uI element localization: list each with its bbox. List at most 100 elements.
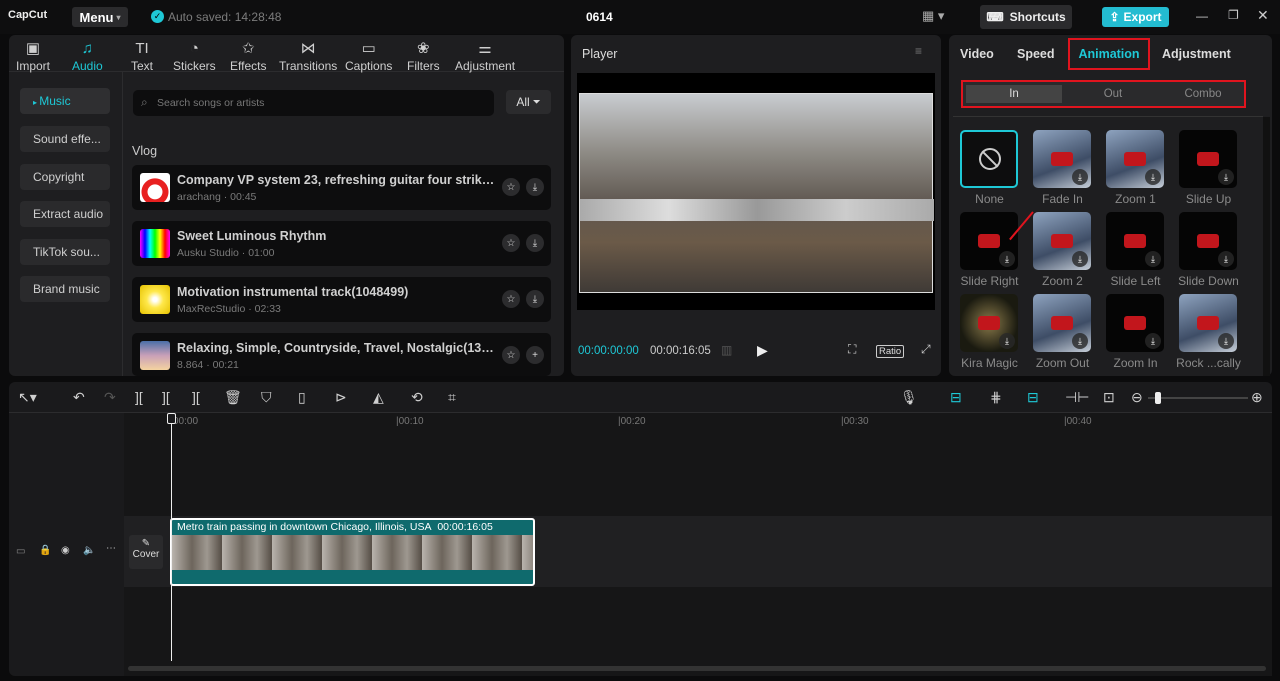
tab-filters[interactable]: ❀ Filters	[407, 39, 440, 73]
download-icon[interactable]: ⤓	[526, 234, 544, 252]
minimize-icon[interactable]: —	[1196, 9, 1208, 23]
tab-adjustment[interactable]: ⚌ Adjustment	[455, 39, 515, 73]
favorite-icon[interactable]: ☆	[502, 346, 520, 364]
animation-option[interactable]: ⤓	[1106, 212, 1164, 270]
favorite-icon[interactable]: ☆	[502, 234, 520, 252]
zoom-slider[interactable]	[1148, 392, 1248, 404]
download-icon[interactable]: ⤓	[526, 178, 544, 196]
marker-icon[interactable]: ⛉	[261, 389, 272, 406]
redo-icon[interactable]: ↷	[104, 389, 116, 406]
video-frame[interactable]	[579, 93, 934, 293]
subtab-combo[interactable]: Combo	[1163, 85, 1243, 103]
tab-speed[interactable]: Speed	[1017, 47, 1055, 61]
download-icon[interactable]: ⤓	[1145, 169, 1161, 185]
animation-option[interactable]	[960, 130, 1018, 188]
more-menu-icon[interactable]: ≡	[915, 44, 922, 58]
split-icon[interactable]: ][	[135, 389, 143, 405]
list-item[interactable]: Company VP system 23, refreshing guitar …	[132, 165, 551, 210]
fullscreen-icon[interactable]: ⤢	[921, 342, 931, 357]
tab-import[interactable]: ▣ Import	[16, 39, 50, 73]
mirror-icon[interactable]: ◭	[373, 389, 384, 406]
fit-icon[interactable]: ⛶	[848, 342, 856, 357]
split-right-icon[interactable]: ][	[192, 389, 200, 405]
video-clip[interactable]: Metro train passing in downtown Chicago,…	[170, 518, 535, 586]
playhead-handle[interactable]	[167, 413, 176, 424]
tab-captions[interactable]: ▭ Captions	[345, 39, 392, 73]
horizontal-scrollbar[interactable]	[128, 666, 1266, 671]
shortcuts-button[interactable]: ⌨ Shortcuts	[980, 5, 1072, 29]
zoom-slider-handle[interactable]	[1155, 392, 1161, 404]
tab-text[interactable]: TI Text	[131, 39, 153, 73]
delete-icon[interactable]: 🗑	[224, 389, 242, 406]
freeze-icon[interactable]: ▯	[298, 389, 306, 406]
screen-icon[interactable]: ⊡	[1103, 389, 1115, 406]
sidebar-item-sound-effects[interactable]: Sound effe...	[20, 126, 110, 152]
favorite-icon[interactable]: ☆	[502, 178, 520, 196]
split-left-icon[interactable]: ][	[162, 389, 170, 405]
list-item[interactable]: Relaxing, Simple, Countryside, Travel, N…	[132, 333, 551, 376]
list-item[interactable]: Sweet Luminous Rhythm Ausku Studio · 01:…	[132, 221, 551, 266]
download-icon[interactable]: ⤓	[1072, 333, 1088, 349]
download-icon[interactable]: ⤓	[999, 333, 1015, 349]
lock-icon[interactable]: 🔒	[39, 545, 51, 556]
tab-audio[interactable]: ♫ Audio	[72, 39, 103, 73]
scrollbar[interactable]	[1263, 117, 1270, 376]
sidebar-item-brand-music[interactable]: Brand music	[20, 276, 110, 302]
split-view-icon[interactable]: ⊣⊢	[1065, 389, 1089, 406]
snap-icon[interactable]: ⋕	[990, 389, 1002, 406]
select-tool-icon[interactable]: ↖▾	[18, 389, 37, 406]
animation-option[interactable]: ⤓	[1033, 212, 1091, 270]
download-icon[interactable]: ⤓	[526, 290, 544, 308]
playhead[interactable]	[171, 414, 172, 661]
favorite-icon[interactable]: ☆	[502, 290, 520, 308]
list-item[interactable]: Motivation instrumental track(1048499) M…	[132, 277, 551, 322]
close-icon[interactable]: ✕	[1257, 7, 1269, 24]
microphone-icon[interactable]: 🎙	[900, 389, 918, 406]
preview-axis-icon[interactable]: ⊟	[1027, 389, 1039, 406]
crop-icon[interactable]: ⌗	[448, 389, 456, 406]
layout-icon[interactable]: ▦ ▾	[922, 8, 944, 24]
play-icon[interactable]: ▶	[757, 342, 768, 359]
subtab-in[interactable]: In	[966, 85, 1062, 103]
animation-option[interactable]: ⤓	[1179, 130, 1237, 188]
tab-animation[interactable]: Animation	[1068, 38, 1150, 70]
frames-icon[interactable]: ▥	[721, 343, 732, 357]
menu-button[interactable]: Menu ▾	[72, 7, 128, 27]
sidebar-item-tiktok-sounds[interactable]: TikTok sou...	[20, 239, 110, 265]
tab-stickers[interactable]: ◔ Stickers	[173, 39, 216, 73]
search-input[interactable]: ⌕ Search songs or artists	[133, 90, 494, 116]
eye-icon[interactable]: ◉	[61, 545, 70, 556]
subtab-out[interactable]: Out	[1065, 85, 1161, 103]
download-icon[interactable]: ⤓	[1145, 333, 1161, 349]
animation-option[interactable]: ⤓	[1106, 130, 1164, 188]
export-button[interactable]: ⇪ Export	[1102, 7, 1169, 27]
download-icon[interactable]: ⤓	[1218, 169, 1234, 185]
tab-adjustment-right[interactable]: Adjustment	[1162, 47, 1231, 61]
add-icon[interactable]: +	[526, 346, 544, 364]
undo-icon[interactable]: ↶	[73, 389, 85, 406]
cover-button[interactable]: ✎ Cover	[129, 535, 163, 569]
animation-option[interactable]: ⤓	[1033, 130, 1091, 188]
zoom-out-icon[interactable]: ⊖	[1131, 389, 1143, 406]
animation-option[interactable]: ⤓	[1033, 294, 1091, 352]
volume-icon[interactable]: 🔈	[83, 545, 95, 556]
sidebar-item-music[interactable]: ▸ Music	[20, 88, 110, 114]
animation-option[interactable]: ⤓	[1179, 294, 1237, 352]
link-icon[interactable]: ⊟	[950, 389, 962, 406]
download-icon[interactable]: ⤓	[1218, 251, 1234, 267]
animation-option[interactable]: ⤓	[1106, 294, 1164, 352]
reverse-icon[interactable]: ⊳	[335, 389, 347, 406]
tab-video[interactable]: Video	[960, 47, 994, 61]
maximize-icon[interactable]: ❐	[1228, 8, 1239, 22]
zoom-in-icon[interactable]: ⊕	[1251, 389, 1263, 406]
animation-option[interactable]: ⤓	[1179, 212, 1237, 270]
download-icon[interactable]: ⤓	[1072, 169, 1088, 185]
more-icon[interactable]: ⋯	[106, 543, 116, 554]
sidebar-item-copyright[interactable]: Copyright	[20, 164, 110, 190]
tab-transitions[interactable]: ⋈ Transitions	[279, 39, 337, 73]
ratio-button[interactable]: Ratio	[876, 345, 905, 358]
rotate-icon[interactable]: ⟲	[411, 389, 423, 406]
sidebar-item-extract-audio[interactable]: Extract audio	[20, 201, 110, 227]
download-icon[interactable]: ⤓	[1072, 251, 1088, 267]
tab-effects[interactable]: ✩ Effects	[230, 39, 266, 73]
